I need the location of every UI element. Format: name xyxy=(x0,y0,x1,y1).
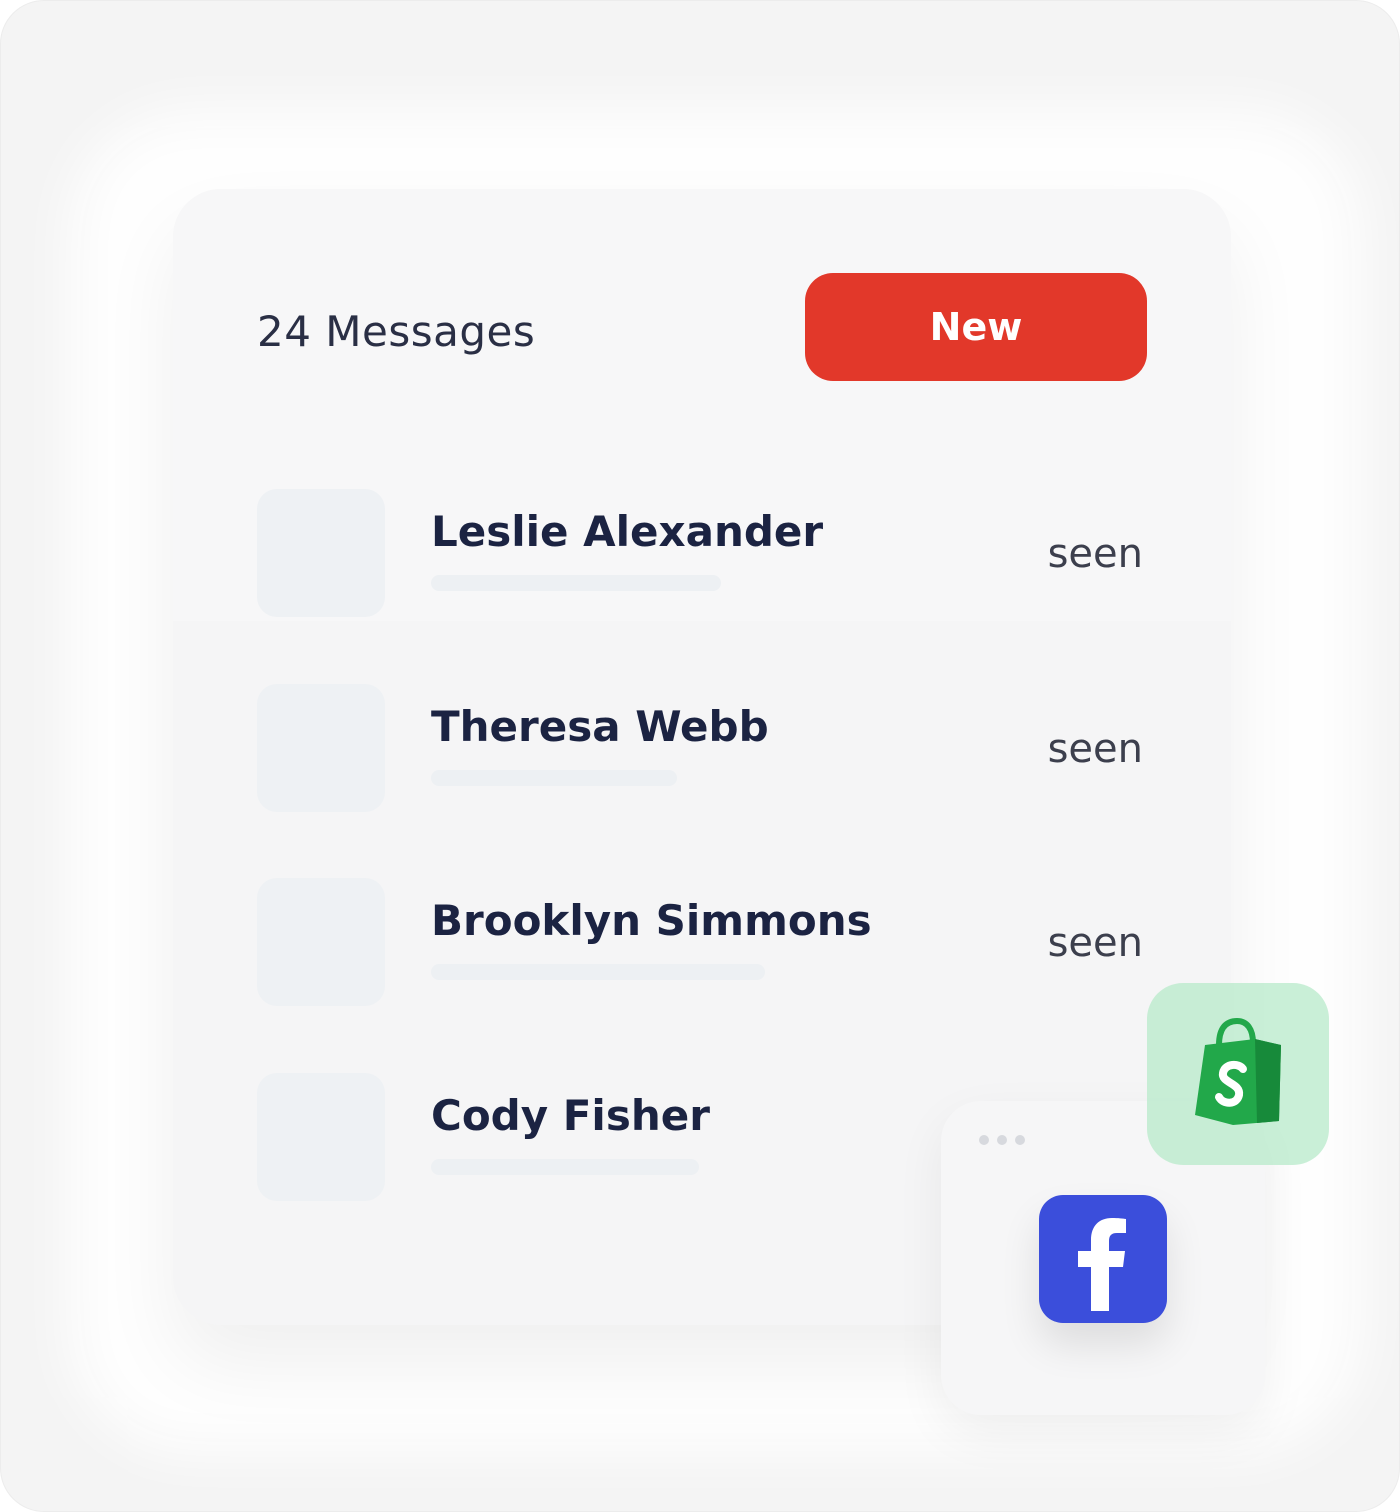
message-row[interactable]: Leslie Alexander seen xyxy=(257,489,1157,619)
facebook-icon[interactable] xyxy=(1039,1195,1167,1323)
contact-name: Leslie Alexander xyxy=(431,507,824,556)
seen-status: seen xyxy=(1047,531,1143,577)
message-count: 24 Messages xyxy=(257,307,536,356)
contact-name: Cody Fisher xyxy=(431,1091,710,1140)
message-row[interactable]: Theresa Webb seen xyxy=(257,684,1157,814)
message-row[interactable]: Brooklyn Simmons seen xyxy=(257,878,1157,1008)
contact-name: Theresa Webb xyxy=(431,702,769,751)
message-preview-placeholder xyxy=(431,1159,699,1175)
avatar xyxy=(257,489,385,617)
page-frame: 24 Messages New Leslie Alexander seen Th… xyxy=(0,0,1400,1512)
message-preview-placeholder xyxy=(431,964,765,980)
avatar xyxy=(257,1073,385,1201)
avatar xyxy=(257,878,385,1006)
seen-status: seen xyxy=(1047,920,1143,966)
new-message-button[interactable]: New xyxy=(805,273,1147,381)
contact-name: Brooklyn Simmons xyxy=(431,896,872,945)
seen-status: seen xyxy=(1047,726,1143,772)
shopify-icon[interactable] xyxy=(1147,983,1329,1165)
avatar xyxy=(257,684,385,812)
more-options-icon[interactable] xyxy=(979,1135,1025,1145)
message-preview-placeholder xyxy=(431,770,677,786)
message-preview-placeholder xyxy=(431,575,721,591)
